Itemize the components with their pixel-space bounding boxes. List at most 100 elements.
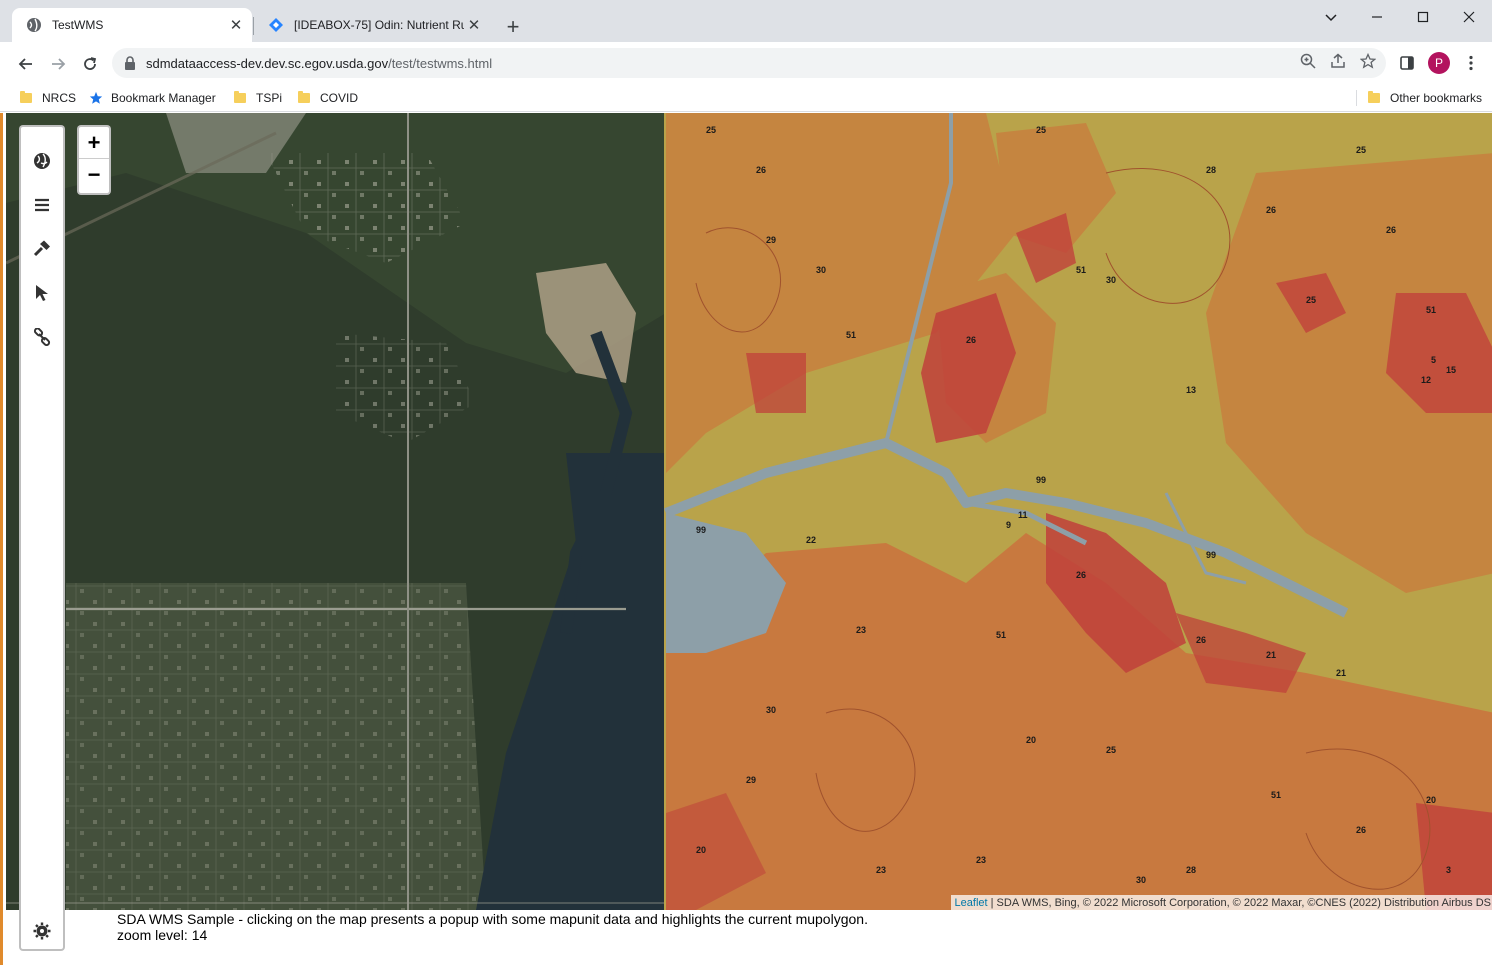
basemap-button[interactable] xyxy=(21,141,63,181)
bookmark-other[interactable]: Other bookmarks xyxy=(1368,88,1482,108)
back-button[interactable] xyxy=(12,50,40,78)
mapunit-label[interactable]: 99 xyxy=(696,525,706,535)
mapunit-label[interactable]: 51 xyxy=(846,330,856,340)
mapunit-label[interactable]: 5 xyxy=(1431,355,1436,365)
mapunit-label[interactable]: 30 xyxy=(1136,875,1146,885)
url-path: /test/testwms.html xyxy=(388,55,493,71)
menu-button[interactable] xyxy=(1458,50,1484,76)
mapunit-label[interactable]: 12 xyxy=(1421,375,1431,385)
mapunit-label[interactable]: 29 xyxy=(766,235,776,245)
side-panel-button[interactable] xyxy=(1394,50,1420,76)
layers-button[interactable] xyxy=(21,185,63,225)
mapunit-label[interactable]: 25 xyxy=(1306,295,1316,305)
bookmark-label: Other bookmarks xyxy=(1390,91,1483,105)
mapunit-label[interactable]: 15 xyxy=(1446,365,1456,375)
mapunit-label[interactable]: 51 xyxy=(1426,305,1436,315)
mapunit-label[interactable]: 25 xyxy=(1356,145,1366,155)
satellite-imagery xyxy=(6,113,666,910)
mapunit-label[interactable]: 26 xyxy=(1076,570,1086,580)
layers-icon xyxy=(35,198,49,212)
zoom-level-readout: zoom level: 14 xyxy=(117,927,208,943)
new-tab-button[interactable]: + xyxy=(500,14,526,40)
mapunit-label[interactable]: 22 xyxy=(806,535,816,545)
mapunit-label[interactable]: 3 xyxy=(1446,865,1451,875)
forward-button[interactable] xyxy=(44,50,72,78)
mapunit-label[interactable]: 30 xyxy=(766,705,776,715)
mapunit-label[interactable]: 26 xyxy=(1266,205,1276,215)
settings-button[interactable] xyxy=(21,911,63,951)
tab-title: [IDEABOX-75] Odin: Nutrient Run xyxy=(294,18,464,32)
mapunit-label[interactable]: 20 xyxy=(696,845,706,855)
zoom-icon[interactable] xyxy=(1300,53,1316,74)
mapunit-label[interactable]: 23 xyxy=(856,625,866,635)
mapunit-label[interactable]: 51 xyxy=(1076,265,1086,275)
url-text[interactable]: sdmdataaccess-dev.dev.sc.egov.usda.gov/t… xyxy=(146,56,492,71)
url-host: sdmdataaccess-dev.dev.sc.egov.usda.gov xyxy=(146,55,389,71)
mapunit-label[interactable]: 30 xyxy=(1106,275,1116,285)
mapunit-label[interactable]: 20 xyxy=(1426,795,1436,805)
mapunit-label[interactable]: 25 xyxy=(1106,745,1116,755)
globe-icon xyxy=(26,17,42,33)
close-icon[interactable]: ✕ xyxy=(226,15,246,35)
mapunit-label[interactable]: 99 xyxy=(1036,475,1046,485)
maximize-button[interactable] xyxy=(1400,0,1446,34)
profile-button[interactable]: P xyxy=(1426,50,1452,76)
mapunit-label[interactable]: 20 xyxy=(1026,735,1036,745)
mapunit-label[interactable]: 26 xyxy=(756,165,766,175)
mapunit-label[interactable]: 99 xyxy=(1206,550,1216,560)
mapunit-label[interactable]: 9 xyxy=(1006,520,1011,530)
mapunit-label[interactable]: 51 xyxy=(1271,790,1281,800)
tab-title: TestWMS xyxy=(52,18,104,32)
mapunit-label[interactable]: 23 xyxy=(976,855,986,865)
mapunit-label[interactable]: 26 xyxy=(966,335,976,345)
page-caption: SDA WMS Sample - clicking on the map pre… xyxy=(117,911,868,943)
mapunit-label[interactable]: 25 xyxy=(706,125,716,135)
address-bar[interactable]: sdmdataaccess-dev.dev.sc.egov.usda.gov/t… xyxy=(112,48,1386,78)
mapunit-label[interactable]: 25 xyxy=(1036,125,1046,135)
mapunit-label[interactable]: 26 xyxy=(1196,635,1206,645)
chevron-down-icon xyxy=(1325,14,1337,22)
select-button[interactable] xyxy=(21,273,63,313)
bookmark-nrcs[interactable]: NRCS xyxy=(20,88,76,108)
mapunit-label[interactable]: 28 xyxy=(1186,865,1196,875)
avatar: P xyxy=(1428,52,1450,74)
mapunit-label[interactable]: 23 xyxy=(876,865,886,875)
mapunit-label[interactable]: 13 xyxy=(1186,385,1196,395)
mapunit-label[interactable]: 21 xyxy=(1266,650,1276,660)
link-button[interactable] xyxy=(21,317,63,357)
zoom-control: + − xyxy=(77,125,111,195)
minimize-button[interactable] xyxy=(1354,0,1400,34)
arrow-right-icon xyxy=(52,58,66,70)
leaflet-link[interactable]: Leaflet xyxy=(955,897,988,909)
tab-search-button[interactable] xyxy=(1308,0,1354,34)
mapunit-label[interactable]: 21 xyxy=(1336,668,1346,678)
page-content: 25 26 25 28 25 29 30 51 26 30 26 26 51 2… xyxy=(0,113,1492,965)
close-window-button[interactable] xyxy=(1446,0,1492,34)
side-panel-icon xyxy=(1400,56,1414,70)
tab-strip: TestWMS ✕ [IDEABOX-75] Odin: Nutrient Ru… xyxy=(0,0,1492,42)
tab-testwms[interactable]: TestWMS ✕ xyxy=(12,8,252,42)
zoom-in-button[interactable]: + xyxy=(79,127,109,159)
globe-icon xyxy=(34,153,50,169)
lock-icon[interactable] xyxy=(124,56,138,70)
bookmark-label: COVID xyxy=(320,91,359,105)
mapunit-label[interactable]: 26 xyxy=(1356,825,1366,835)
bookmark-covid[interactable]: COVID xyxy=(298,88,358,108)
mapunit-label[interactable]: 51 xyxy=(996,630,1006,640)
share-icon[interactable] xyxy=(1330,53,1346,74)
mapunit-label[interactable]: 26 xyxy=(1386,225,1396,235)
reload-button[interactable] xyxy=(76,50,104,78)
mapunit-label[interactable]: 28 xyxy=(1206,165,1216,175)
map-view[interactable]: 25 26 25 28 25 29 30 51 26 30 26 26 51 2… xyxy=(6,113,1492,910)
bookmark-bookmark-manager[interactable]: Bookmark Manager xyxy=(89,88,216,108)
mapunit-label[interactable]: 11 xyxy=(1018,510,1028,520)
bookmark-star-icon[interactable] xyxy=(1359,52,1377,74)
mapunit-label[interactable]: 29 xyxy=(746,775,756,785)
bookmark-tspi[interactable]: TSPi xyxy=(234,88,282,108)
zoom-out-button[interactable]: − xyxy=(79,159,109,191)
tools-button[interactable] xyxy=(21,229,63,269)
map-canvas[interactable]: 25 26 25 28 25 29 30 51 26 30 26 26 51 2… xyxy=(6,113,1492,910)
tab-ideabox[interactable]: [IDEABOX-75] Odin: Nutrient Run ✕ xyxy=(254,8,490,42)
close-icon[interactable]: ✕ xyxy=(464,15,484,35)
mapunit-label[interactable]: 30 xyxy=(816,265,826,275)
